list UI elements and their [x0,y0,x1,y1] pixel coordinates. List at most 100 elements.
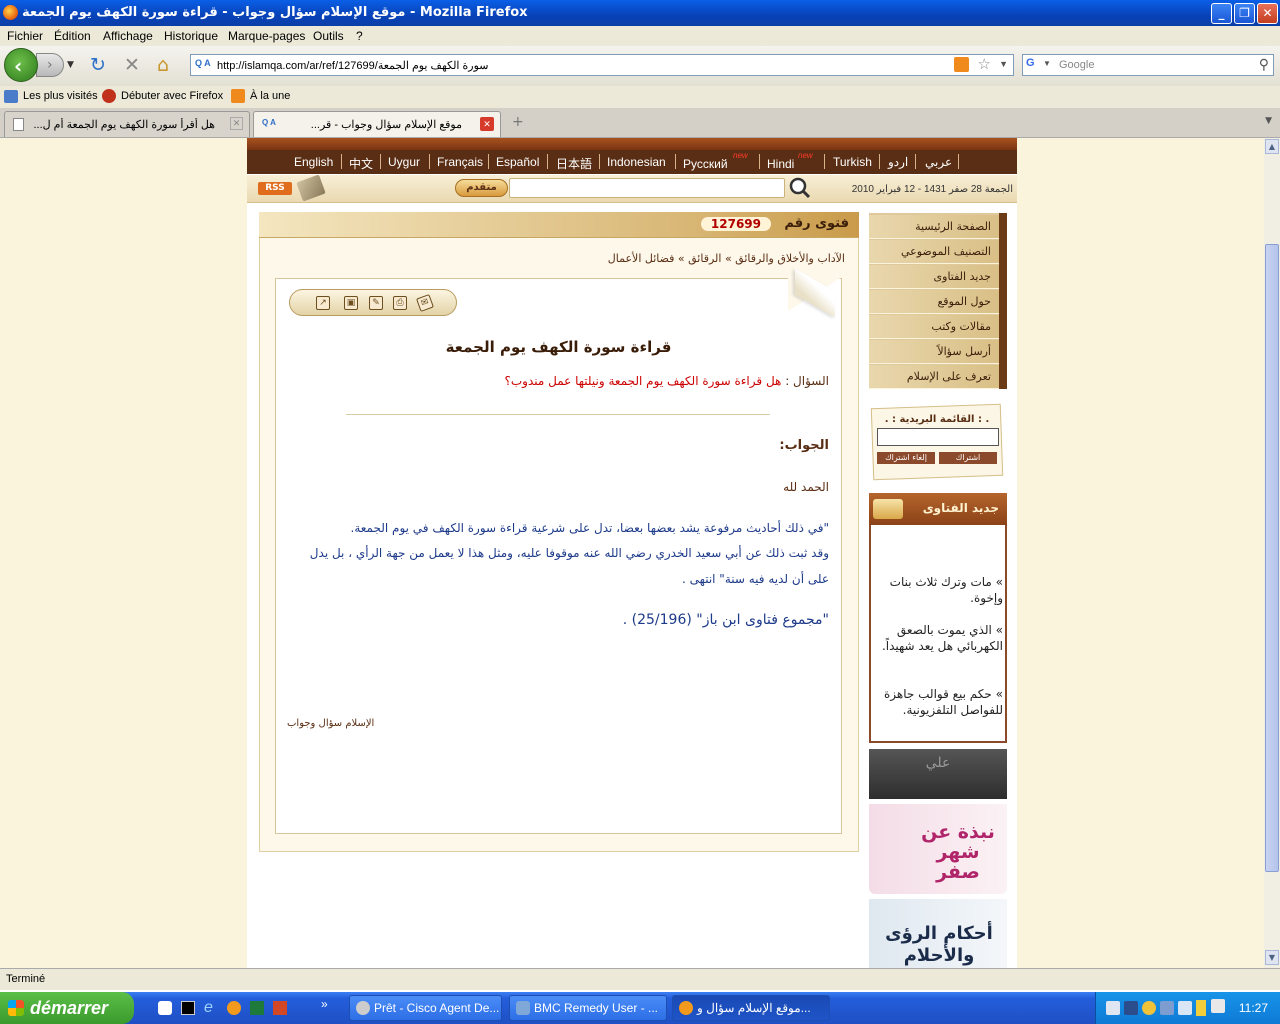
tab-close-icon[interactable]: ✕ [230,117,243,130]
firefox-quicklaunch-icon[interactable] [227,1001,241,1015]
bookmark-most-visited[interactable]: Les plus visités [23,90,98,102]
tray-icon[interactable] [1142,1001,1156,1015]
home-icon[interactable]: ⌂ [157,54,169,76]
tab-close-icon[interactable]: ✕ [480,117,494,131]
ie-icon[interactable]: e [204,999,213,1017]
lang-russian[interactable]: Русский [683,157,728,171]
engine-dropdown-icon[interactable]: ▼ [1043,59,1051,68]
site-search-input[interactable] [509,178,785,198]
lang-japanese[interactable]: 日本語 [556,155,592,172]
menu-fichier[interactable]: Fichier [7,29,43,43]
stop-icon[interactable]: ✕ [124,54,140,76]
side-menu-send-question[interactable]: أرسل سؤالاً [869,340,999,364]
tray-icon[interactable] [1211,999,1225,1013]
rss-button[interactable]: RSS [258,182,292,195]
history-dropdown-icon[interactable]: ▼ [67,60,74,70]
lang-arabic[interactable]: عربي [925,155,952,169]
lang-uygur[interactable]: Uygur [388,155,420,169]
scroll-down-icon[interactable]: ▼ [1265,950,1279,965]
side-menu-about[interactable]: حول الموقع [869,290,999,314]
menu-historique[interactable]: Historique [164,29,218,43]
fatwa-label: فتوى رقم [784,216,849,231]
advanced-search-button[interactable]: متقدم [455,179,508,197]
send-to-friend-icon[interactable]: ↗ [316,296,330,310]
vertical-scrollbar[interactable]: ▲ ▼ [1264,138,1280,968]
current-date: الجمعة 28 صفر 1431 - 12 فبراير 2010 [851,184,1013,195]
save-icon[interactable]: ▣ [344,296,358,310]
minimize-button[interactable]: _ [1211,3,1232,24]
answer-label: الجواب: [779,438,829,453]
fatwa-number: 127699 [700,217,771,231]
tray-icon[interactable] [1124,1001,1138,1015]
tray-icon[interactable] [1106,1001,1120,1015]
tab-previous[interactable]: هل أقرأ سورة الكهف يوم الجمعة أم ل... ✕ [4,111,250,137]
url-bar[interactable]: Q A http://islamqa.com/ar/ref/127699/سور… [190,54,1014,76]
bookmark-getting-started[interactable]: Débuter avec Firefox [121,90,223,102]
breadcrumb[interactable]: الآداب والأخلاق والرقائق » الرقائق » فضا… [608,252,845,265]
command-prompt-icon[interactable] [181,1001,195,1015]
menu-marque-pages[interactable]: Marque-pages [228,29,305,43]
menu-help[interactable]: ? [356,29,363,43]
new-fatwa-item[interactable]: » الذي يموت بالصعق الكهربائي هل يعد شهيد… [871,622,1003,654]
taskbar-item-active[interactable]: موقع الإسلام سؤال و... [672,995,830,1021]
side-menu-topics[interactable]: التصنيف الموضوعي [869,240,999,264]
search-bar[interactable]: G ▼ Google ⚲ [1022,54,1274,76]
start-button[interactable]: démarrer [0,992,134,1024]
search-icon[interactable]: ⚲ [1259,56,1269,73]
forward-button[interactable]: › [36,53,64,77]
side-menu-new-fatwas[interactable]: جديد الفتاوى [869,265,999,289]
unsubscribe-button[interactable]: إلغاء اشتراك [877,452,935,464]
lang-urdu[interactable]: اردو [888,155,908,169]
newsletter-email-input[interactable] [877,428,999,446]
taskbar-item[interactable]: Prêt - Cisco Agent De... [349,995,502,1021]
quicklaunch-icon[interactable] [158,1001,172,1015]
rss-feed-icon[interactable] [954,57,969,72]
url-text: http://islamqa.com/ar/ref/127699/سورة ال… [217,60,489,72]
quicklaunch-more-icon[interactable]: » [321,997,328,1011]
new-tab-icon[interactable]: + [512,114,524,130]
side-menu-articles[interactable]: مقالات وكتب [869,315,999,339]
scroll-thumb[interactable] [1265,244,1279,872]
print-icon[interactable]: ⎙ [393,296,407,310]
side-menu-home[interactable]: الصفحة الرئيسية [869,215,999,239]
taskbar-item[interactable]: BMC Remedy User - ... [509,995,667,1021]
menu-affichage[interactable]: Affichage [103,29,153,43]
menu-edition[interactable]: Édition [54,29,91,43]
lang-spanish[interactable]: Español [496,155,539,169]
email-icon[interactable]: ✉ [416,294,434,312]
phone-icon [356,1001,370,1015]
tab-current[interactable]: Q A موقع الإسلام سؤال وجواب - قر... ✕ [253,111,501,137]
new-fatwa-item[interactable]: » مات وترك ثلاث بنات وإخوة. [871,574,1003,606]
bookmark-headlines[interactable]: À la une [250,90,290,102]
google-engine-icon[interactable]: G [1026,57,1042,73]
tray-icon[interactable] [1178,1001,1192,1015]
powerpoint-icon[interactable] [273,1001,287,1015]
back-button[interactable]: ‹ [4,48,38,82]
lang-french[interactable]: Français [437,155,483,169]
new-fatwa-item[interactable]: » حكم بيع قوالب جاهزة للفواصل التلفزيوني… [871,686,1003,718]
excel-icon[interactable] [250,1001,264,1015]
banner-ali[interactable]: علي [869,749,1007,799]
banner-safar[interactable]: نبذة عن شهر صفر [869,804,1007,894]
banner-dreams[interactable]: أحكام الرؤى والأحلام [869,899,1007,968]
reload-icon[interactable]: ↻ [90,54,106,76]
lang-chinese[interactable]: 中文 [349,155,373,172]
edit-icon[interactable]: ✎ [369,296,383,310]
search-icon[interactable] [787,176,813,200]
security-shield-icon[interactable] [1196,1000,1206,1016]
close-button[interactable]: ✕ [1257,3,1278,24]
newsletter-title: . : القائمة البريدية : . [884,414,990,425]
url-dropdown-icon[interactable]: ▼ [999,59,1008,69]
subscribe-button[interactable]: اشتراك [939,452,997,464]
lang-hindi[interactable]: Hindi [767,157,794,171]
lang-indonesian[interactable]: Indonesian [607,155,666,169]
tab-list-icon[interactable]: ▼ [1265,116,1272,126]
side-menu-know-islam[interactable]: تعرف على الإسلام [869,365,999,389]
maximize-button[interactable]: ❐ [1234,3,1255,24]
bookmark-star-icon[interactable]: ☆ [978,55,991,73]
scroll-up-icon[interactable]: ▲ [1265,139,1279,154]
lang-english[interactable]: English [294,155,333,169]
lang-turkish[interactable]: Turkish [833,155,872,169]
tray-icon[interactable] [1160,1001,1174,1015]
menu-outils[interactable]: Outils [313,29,344,43]
